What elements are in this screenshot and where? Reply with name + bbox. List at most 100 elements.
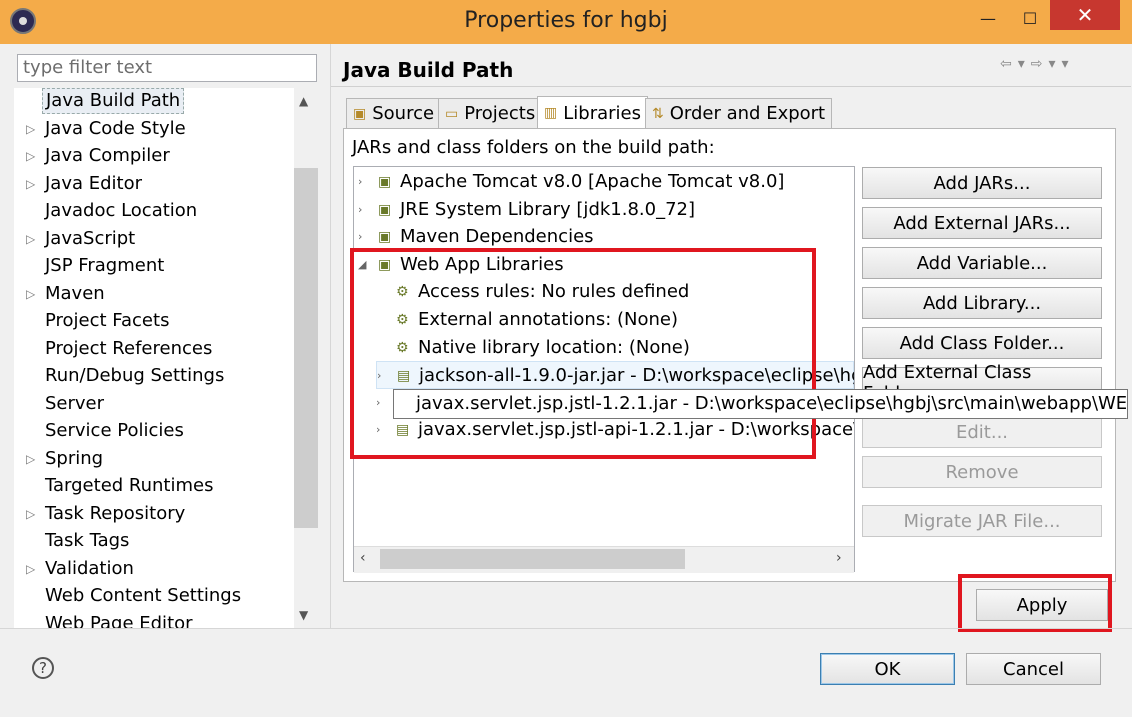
tree-item-label: Java Editor bbox=[45, 172, 143, 194]
tree-item-label: Web Page Editor bbox=[45, 612, 193, 629]
bottom-separator bbox=[0, 628, 1132, 629]
build-path-button[interactable]: Migrate JAR File... bbox=[862, 505, 1102, 537]
tree-item[interactable]: Run/Debug Settings bbox=[14, 363, 294, 389]
tree-item-label: Service Policies bbox=[45, 420, 184, 441]
tree-item-label: Run/Debug Settings bbox=[45, 365, 225, 386]
library-entry[interactable]: › ▣ Apache Tomcat v8.0 [Apache Tomcat v8.0… bbox=[358, 168, 854, 196]
expand-icon[interactable]: › bbox=[358, 223, 362, 251]
tree-item-label: Project Facets bbox=[45, 310, 170, 331]
scroll-thumb[interactable] bbox=[380, 549, 685, 569]
apply-button[interactable]: Apply bbox=[976, 589, 1108, 621]
build-path-button[interactable]: Add Variable... bbox=[862, 247, 1102, 279]
tree-item[interactable]: Project Facets bbox=[14, 308, 294, 334]
help-icon[interactable]: ? bbox=[32, 657, 54, 679]
libraries-horizontal-scrollbar[interactable]: ‹ › bbox=[354, 546, 854, 573]
tab-libraries[interactable]: ▥ Libraries bbox=[537, 96, 648, 129]
tree-item-label: Web Content Settings bbox=[45, 585, 242, 606]
tree-item[interactable]: Targeted Runtimes bbox=[14, 473, 294, 499]
left-tree-scrollbar[interactable]: ▲ ▼ bbox=[294, 88, 318, 628]
tree-item[interactable]: Server bbox=[14, 391, 294, 417]
expand-icon[interactable]: ▷ bbox=[26, 281, 35, 307]
tree-item[interactable]: ▷ JavaScript bbox=[14, 226, 294, 252]
tree-item[interactable]: JSP Fragment bbox=[14, 253, 294, 279]
tree-item-label: JSP Fragment bbox=[45, 255, 165, 276]
tree-item[interactable]: ▷ Validation bbox=[14, 556, 294, 582]
expand-icon[interactable]: ▷ bbox=[26, 171, 35, 197]
expand-icon[interactable]: ▷ bbox=[26, 143, 35, 169]
build-path-button[interactable]: Add External JARs... bbox=[862, 207, 1102, 239]
scroll-thumb[interactable] bbox=[294, 168, 318, 528]
library-container-icon: ▣ bbox=[378, 201, 392, 218]
library-container-icon: ▣ bbox=[378, 174, 392, 190]
scroll-right-icon[interactable]: › bbox=[836, 550, 842, 566]
tree-item-label: Spring bbox=[45, 447, 104, 469]
scroll-left-icon[interactable]: ‹ bbox=[360, 550, 366, 566]
source-folder-icon: ▣ bbox=[353, 105, 367, 122]
tree-item-label: Project References bbox=[45, 337, 213, 359]
pane-divider[interactable] bbox=[330, 44, 331, 629]
cancel-button[interactable]: Cancel bbox=[966, 653, 1101, 685]
library-icon: ▥ bbox=[544, 105, 558, 121]
tree-item-label: Validation bbox=[45, 557, 134, 579]
expand-icon[interactable]: ▷ bbox=[26, 116, 35, 142]
tooltip: javax.servlet.jsp.jstl-1.2.1.jar - D:\wo… bbox=[393, 389, 1128, 419]
tree-item[interactable]: ▷ Java Compiler bbox=[14, 143, 294, 169]
library-entry-label: JRE System Library [jdk1.8.0_72] bbox=[400, 198, 696, 220]
build-path-button[interactable]: Add Library... bbox=[862, 287, 1102, 319]
maximize-button[interactable]: ☐ bbox=[1010, 4, 1050, 32]
page-title: Java Build Path bbox=[343, 58, 514, 82]
tree-item[interactable]: Web Page Editor bbox=[14, 611, 294, 629]
tree-item-label: Maven bbox=[45, 282, 105, 304]
tree-item[interactable]: Service Policies bbox=[14, 418, 294, 444]
tree-item[interactable]: ▷ Java Code Style bbox=[14, 116, 294, 142]
tree-item-label: Server bbox=[45, 392, 105, 414]
scroll-down-icon[interactable]: ▼ bbox=[299, 608, 308, 622]
tab-source[interactable]: ▣ Source bbox=[346, 98, 442, 128]
expand-icon[interactable]: › bbox=[358, 168, 362, 196]
expand-icon[interactable]: › bbox=[358, 196, 362, 224]
library-entry[interactable]: › ▣ Maven Dependencies bbox=[358, 223, 854, 251]
library-entry-label: Maven Dependencies bbox=[400, 226, 594, 248]
tree-item[interactable]: ▷ Spring bbox=[14, 446, 294, 472]
property-page-tree: Java Build Path ▷ Java Code Style ▷ Java Com… bbox=[14, 88, 294, 628]
close-button[interactable]: ✕ bbox=[1050, 0, 1120, 30]
library-container-icon: ▣ bbox=[378, 229, 392, 246]
tree-item-label: Task Repository bbox=[45, 502, 186, 524]
build-path-button[interactable]: Edit... bbox=[862, 416, 1102, 448]
expand-icon[interactable]: ▷ bbox=[26, 556, 35, 582]
build-path-heading: JARs and class folders on the build path… bbox=[352, 137, 715, 158]
tree-item[interactable]: Project References bbox=[14, 336, 294, 362]
header-separator bbox=[331, 86, 1131, 87]
tree-item-label: JavaScript bbox=[45, 227, 136, 249]
tree-item-label: Java Code Style bbox=[45, 117, 186, 139]
expand-icon[interactable]: ▷ bbox=[26, 226, 35, 252]
tree-item[interactable]: ▷ Maven bbox=[14, 281, 294, 307]
build-path-button[interactable]: Add Class Folder... bbox=[862, 327, 1102, 359]
highlight-web-app-libraries bbox=[350, 248, 816, 459]
tree-item[interactable]: Web Content Settings bbox=[14, 583, 294, 609]
page-navigation[interactable]: ⇦▾⇨▾▾ bbox=[1000, 56, 1075, 72]
tree-item[interactable]: ▷ Task Repository bbox=[14, 501, 294, 527]
expand-icon[interactable]: ▷ bbox=[26, 501, 35, 527]
tree-item[interactable]: ▷ Java Editor bbox=[14, 171, 294, 197]
window-title: Properties for hgbj bbox=[464, 8, 668, 33]
ok-button[interactable]: OK bbox=[820, 653, 955, 685]
tree-item-label: Javadoc Location bbox=[45, 200, 198, 221]
tree-item-label: Targeted Runtimes bbox=[45, 475, 214, 496]
project-icon: ▭ bbox=[445, 105, 459, 122]
tree-item[interactable]: Java Build Path bbox=[14, 88, 294, 114]
tab-order-and-export[interactable]: ⇅ Order and Export bbox=[645, 98, 833, 128]
expand-icon[interactable]: ▷ bbox=[26, 446, 35, 472]
library-entry-label: Apache Tomcat v8.0 [Apache Tomcat v8.0] bbox=[400, 171, 785, 192]
tree-item-label: Java Compiler bbox=[45, 145, 170, 166]
minimize-button[interactable]: — bbox=[968, 4, 1008, 32]
tab-projects[interactable]: ▭ Projects bbox=[438, 98, 543, 128]
filter-input[interactable]: type filter text bbox=[17, 54, 317, 82]
build-path-button[interactable]: Add JARs... bbox=[862, 167, 1102, 199]
tree-item[interactable]: Javadoc Location bbox=[14, 198, 294, 224]
build-path-button[interactable]: Remove bbox=[862, 456, 1102, 488]
library-entry[interactable]: › ▣ JRE System Library [jdk1.8.0_72] bbox=[358, 196, 854, 224]
scroll-up-icon[interactable]: ▲ bbox=[299, 94, 308, 108]
tree-item-label: Task Tags bbox=[45, 530, 130, 551]
tree-item[interactable]: Task Tags bbox=[14, 528, 294, 554]
